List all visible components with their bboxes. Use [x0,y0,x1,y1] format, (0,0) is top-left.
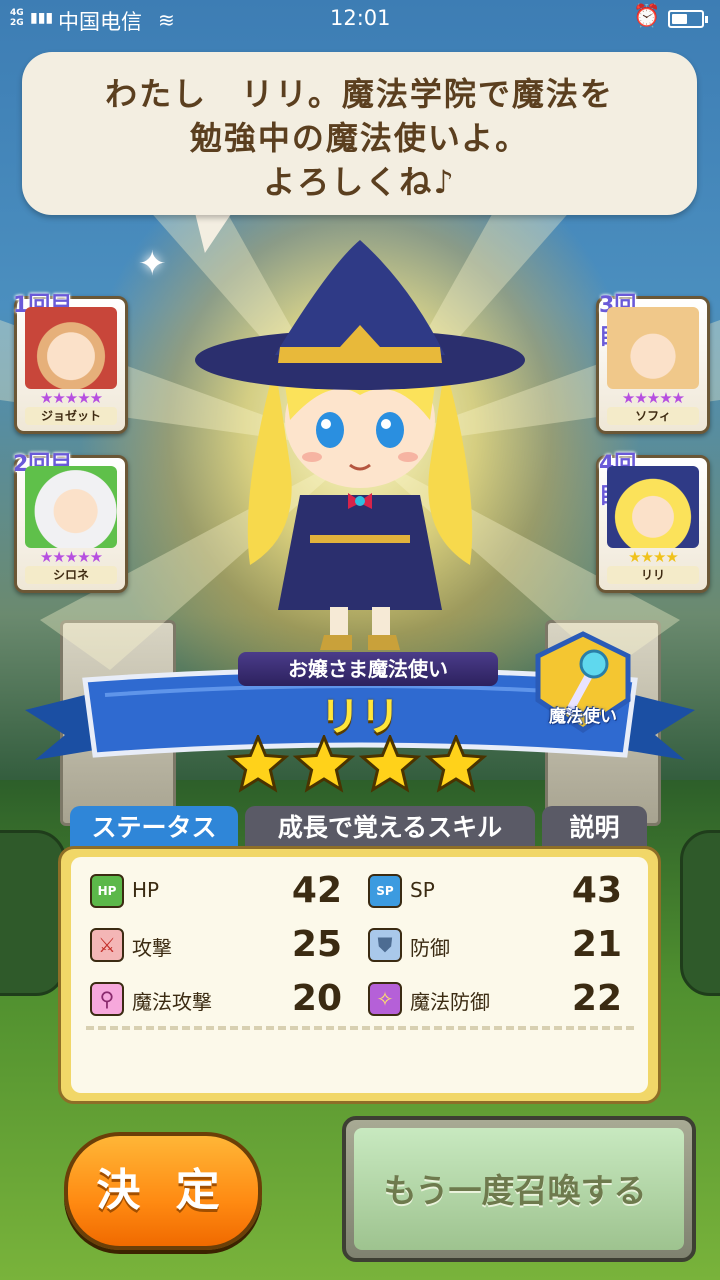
portrait-name: ソフィ [607,407,699,425]
stat-value: 43 [571,870,622,911]
clock: 12:01 [330,6,391,30]
divider [86,1026,634,1030]
stat-label: HP [132,878,160,902]
rarity-stars: ★★★★★ [621,389,685,407]
portrait-image [607,466,699,548]
alarm-icon: ⏰ [633,4,661,29]
stat-label: SP [410,878,435,902]
shield-icon: ⛊ [368,928,402,962]
network-type: 4G 2G [10,8,24,28]
stat-value: 21 [571,924,622,965]
stat-label: 魔法防御 [410,990,490,1014]
portrait-image [25,466,117,548]
character-title: お嬢さま魔法使い [238,652,498,686]
summon-portrait-4[interactable]: 4回目 ★★★★ リリ [596,452,710,593]
hedge-left [0,830,66,996]
stat-hp: HP HP 42 [90,870,342,912]
rarity-star-icon [424,735,488,793]
sp-icon: SP [368,874,402,908]
summon-again-button[interactable]: もう一度召喚する [342,1116,696,1262]
character-name: リリ [320,694,400,740]
speech-text: わたし リリ。魔法学院で魔法を 勉強中の魔法使いよ。 よろしくね♪ [22,72,697,204]
stat-label: 防御 [410,936,450,960]
stat-magic-defense: ✧ 魔法防御 22 [368,978,622,1020]
stat-label: 魔法攻撃 [132,990,212,1014]
speech-line-2: 勉強中の魔法使いよ。 [189,119,530,157]
class-label: 魔法使い [549,707,617,727]
portrait-name: リリ [607,566,699,584]
carrier-name: 中国电信 [58,10,142,34]
summon-portrait-2[interactable]: 2回目 ★★★★★ シロネ [13,452,128,593]
portrait-image [607,307,699,389]
summon-portrait-3[interactable]: 3回目 ★★★★★ ソフィ [596,293,710,434]
stat-defense: ⛊ 防御 21 [368,924,622,966]
confirm-button[interactable]: 決 定 [64,1132,262,1250]
speech-line-3: よろしくね♪ [263,163,456,201]
rarity-star-icon [358,735,422,793]
rarity-star-icon [292,735,356,793]
stat-value: 25 [291,924,342,965]
rarity-stars: ★★★★★ [39,389,103,407]
rarity-stars: ★★★★ [628,548,679,566]
rarity-star-icon [226,735,290,793]
speech-line-1: わたし リリ。魔法学院で魔法を [105,75,614,113]
summon-again-label: もう一度召喚する [383,1171,647,1210]
tab-status[interactable]: ステータス [70,806,238,848]
signal-icon: ▮▮▮ [30,10,54,26]
wifi-icon: ≋ [158,8,175,32]
stat-attack: ⚔ 攻撃 25 [90,924,342,966]
battery-icon [668,10,708,28]
sparkle-icon: ✦ [138,244,167,284]
wand-icon: ⚲ [90,982,124,1016]
portrait-image [25,307,117,389]
rarity-stars: ★★★★★ [39,548,103,566]
hedge-right [680,830,720,996]
battery-fill [672,14,688,24]
portrait-name: ジョゼット [25,407,117,425]
stat-sp: SP SP 43 [368,870,622,912]
speech-bubble: わたし リリ。魔法学院で魔法を 勉強中の魔法使いよ。 よろしくね♪ [22,52,697,215]
stat-value: 42 [291,870,342,911]
stat-magic-attack: ⚲ 魔法攻撃 20 [90,978,342,1020]
sword-icon: ⚔ [90,928,124,962]
tab-description[interactable]: 説明 [542,806,647,848]
status-bar: 4G 2G ▮▮▮ 中国电信 ≋ 12:01 ⏰ [0,0,720,40]
hp-icon: HP [90,874,124,908]
summon-portrait-1[interactable]: 1回目 ★★★★★ ジョゼット [13,293,128,434]
stat-label: 攻撃 [132,936,172,960]
character-illustration [195,240,525,650]
stat-value: 20 [291,978,342,1019]
magic-shield-icon: ✧ [368,982,402,1016]
stat-value: 22 [571,978,622,1019]
tab-skills[interactable]: 成長で覚えるスキル [245,806,535,848]
rarity-stars-large [226,735,488,793]
portrait-name: シロネ [25,566,117,584]
